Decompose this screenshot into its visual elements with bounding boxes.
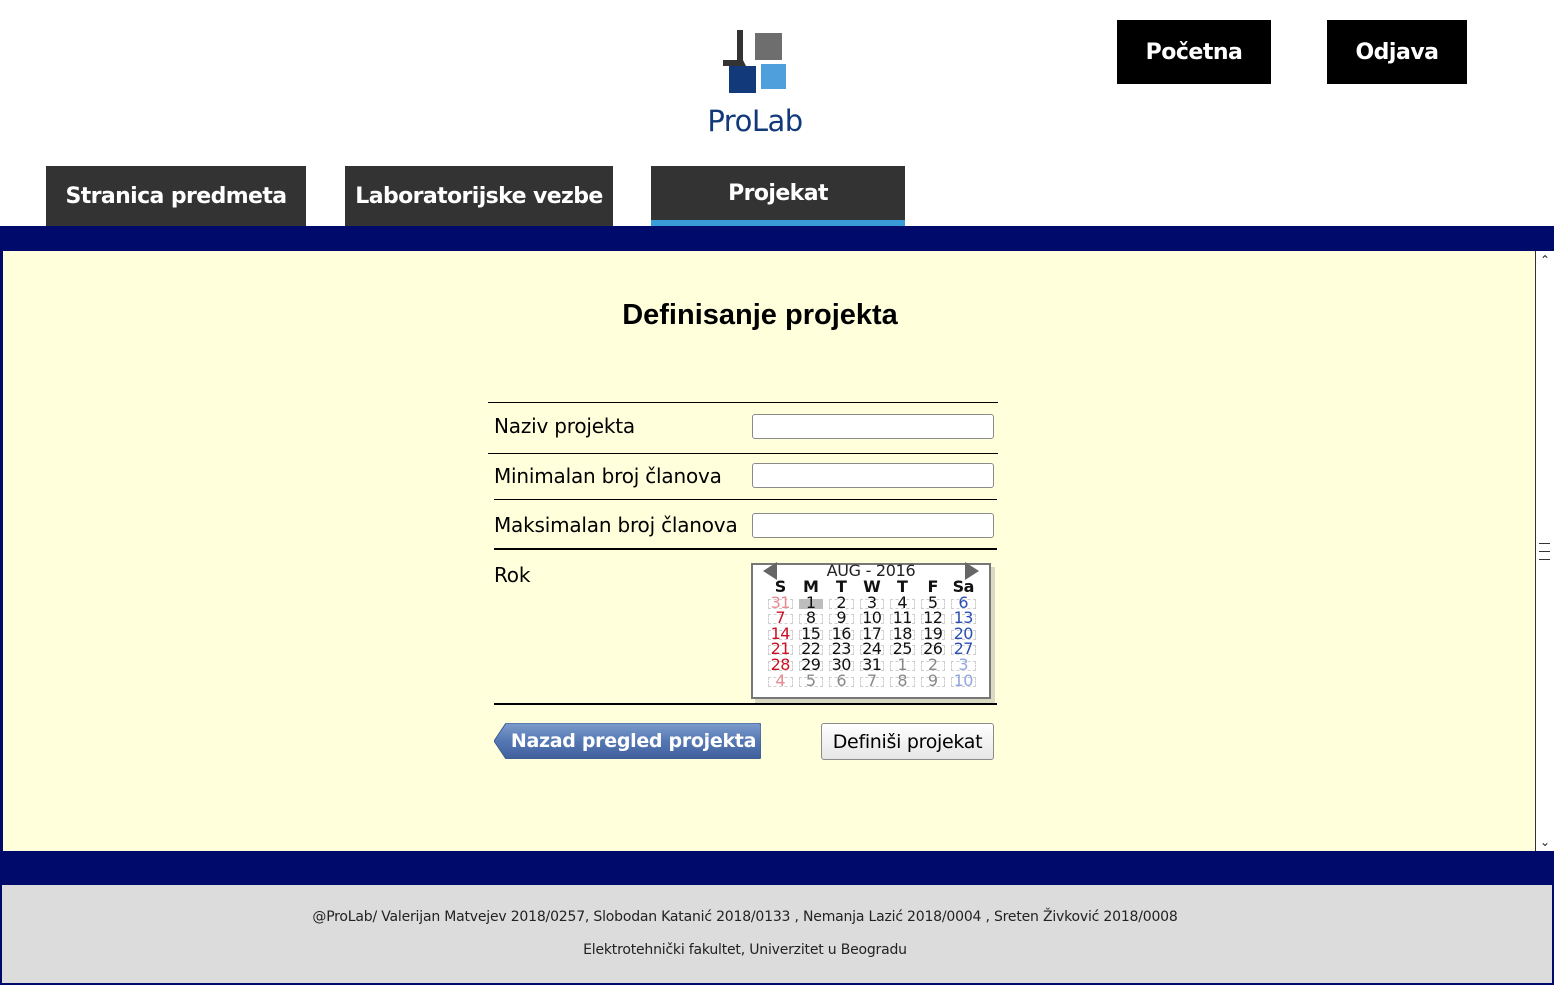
deadline-calendar[interactable]: AUG - 2016 S M T W T F Sa 31 1 2 3 4 5 6 7 8 9 10 11 12 13 14… <box>751 561 991 699</box>
form-divider <box>494 499 997 500</box>
form-divider <box>494 548 997 550</box>
main-content: Definisanje projekta Naziv projekta Mini… <box>0 251 1554 851</box>
project-name-input[interactable] <box>752 414 994 439</box>
calendar-day[interactable]: 6 <box>826 672 857 689</box>
footer-institution: Elektrotehnički fakultet, Univerzitet u … <box>583 942 907 958</box>
min-members-input[interactable] <box>752 463 994 488</box>
calendar-day[interactable]: 10 <box>948 672 979 689</box>
calendar-day[interactable]: 5 <box>796 672 827 689</box>
calendar-day[interactable]: 9 <box>918 672 949 689</box>
calendar-day[interactable]: 7 <box>857 672 888 689</box>
logo-text: ProLab <box>707 104 803 138</box>
scroll-down-icon[interactable]: ⌄ <box>1536 834 1554 850</box>
bottom-navy-bar <box>0 851 1554 885</box>
calendar-day[interactable]: 4 <box>765 672 796 689</box>
tab-projekat[interactable]: Projekat <box>651 166 905 226</box>
footer-authors: @ProLab/ Valerijan Matvejev 2018/0257, S… <box>312 909 1178 925</box>
top-navy-bar <box>0 226 1554 251</box>
scroll-up-icon[interactable]: ⌃ <box>1536 252 1554 268</box>
home-button[interactable]: Početna <box>1117 20 1271 84</box>
form-divider <box>488 453 998 454</box>
prolab-logo: ProLab <box>700 26 810 138</box>
vertical-scrollbar[interactable]: ⌃ ⌄ <box>1535 251 1554 851</box>
field-label-max: Maksimalan broj članova <box>494 513 738 537</box>
field-label-min: Minimalan broj članova <box>494 464 722 488</box>
tab-laboratorijske-vezbe[interactable]: Laboratorijske vezbe <box>345 166 613 226</box>
logo-mark-icon <box>723 30 786 93</box>
define-project-button[interactable]: Definiši projekat <box>821 723 994 760</box>
calendar-grid: S M T W T F Sa 31 1 2 3 4 5 6 7 8 9 10 11 12 13 14 15 16 17 18 19 2… <box>765 579 979 688</box>
field-label-rok: Rok <box>494 563 531 587</box>
back-button-label: Nazad pregled projekta <box>510 730 757 752</box>
tab-stranica-predmeta[interactable]: Stranica predmeta <box>46 166 306 226</box>
calendar-day[interactable]: 8 <box>887 672 918 689</box>
form-divider <box>488 402 998 403</box>
field-label-naziv: Naziv projekta <box>494 414 635 438</box>
scroll-grip-icon[interactable] <box>1539 537 1550 565</box>
logout-button[interactable]: Odjava <box>1327 20 1467 84</box>
footer: @ProLab/ Valerijan Matvejev 2018/0257, S… <box>0 885 1554 985</box>
max-members-input[interactable] <box>752 513 994 538</box>
page-title: Definisanje projekta <box>622 299 898 331</box>
back-to-projects-button[interactable]: Nazad pregled projekta <box>494 723 761 759</box>
form-divider <box>494 703 997 705</box>
